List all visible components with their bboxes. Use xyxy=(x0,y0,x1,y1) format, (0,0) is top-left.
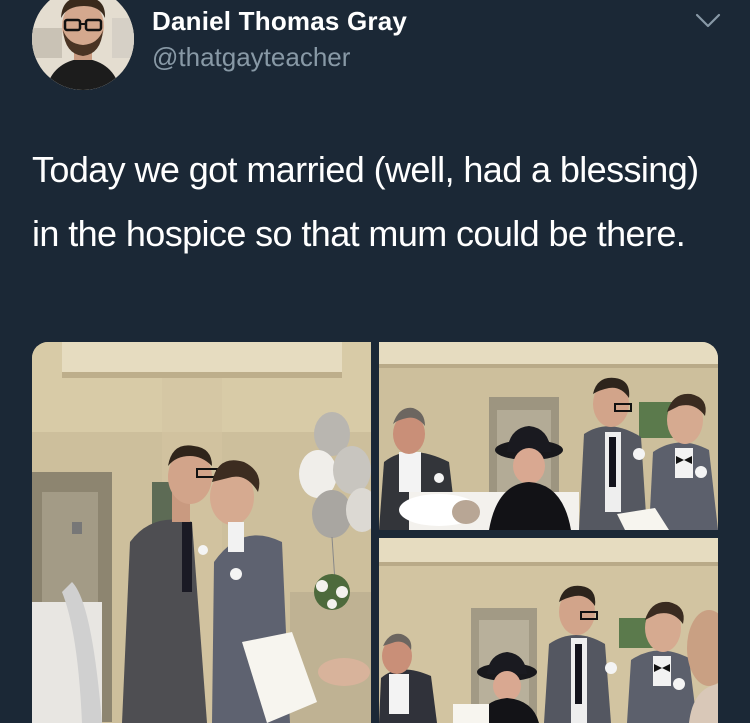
author-avatar[interactable] xyxy=(32,0,134,90)
chevron-down-icon[interactable] xyxy=(694,10,722,30)
author-display-name[interactable]: Daniel Thomas Gray xyxy=(152,6,407,37)
author-handle[interactable]: @thatgayteacher xyxy=(152,42,350,73)
tweet-photo[interactable] xyxy=(379,538,718,723)
tweet: Daniel Thomas Gray @thatgayteacher Today… xyxy=(0,0,750,723)
tweet-text: Today we got married (well, had a blessi… xyxy=(32,149,699,254)
tweet-photo[interactable] xyxy=(379,342,718,530)
tweet-photo[interactable] xyxy=(32,342,371,723)
